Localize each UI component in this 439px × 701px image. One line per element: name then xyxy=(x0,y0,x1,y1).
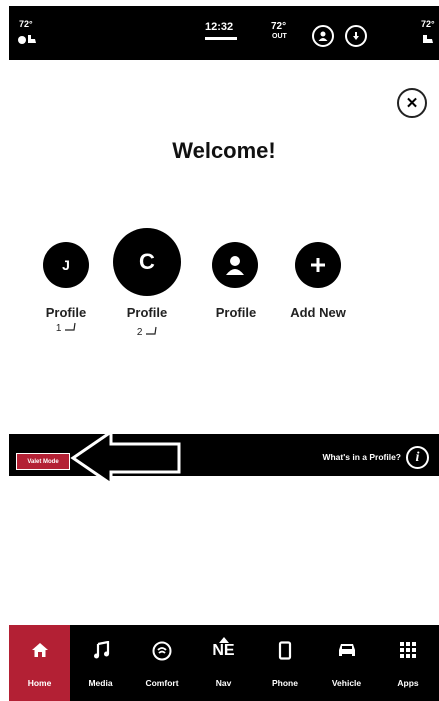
valet-mode-button[interactable]: Valet Mode xyxy=(16,453,70,470)
profile-1-avatar[interactable]: J xyxy=(43,242,89,288)
person-icon xyxy=(226,256,244,275)
passenger-temp[interactable]: 72° xyxy=(421,19,435,29)
outside-temp: 72° xyxy=(271,21,287,32)
nav-comfort[interactable]: Comfort xyxy=(131,625,193,701)
nav-phone-label: Phone xyxy=(272,678,298,688)
bottom-nav: Home Media Comfort NE Nav Phone Vehicle … xyxy=(9,625,439,701)
driver-temp[interactable]: 72° xyxy=(19,19,33,29)
nav-vehicle[interactable]: Vehicle xyxy=(316,625,377,701)
nav-nav[interactable]: NE Nav xyxy=(193,625,254,701)
profile-2-number: 2 xyxy=(110,326,184,338)
key-fob-icon xyxy=(65,322,76,331)
comfort-icon xyxy=(152,641,172,661)
profile-2-avatar[interactable]: C xyxy=(113,228,181,296)
person-icon xyxy=(318,31,328,41)
profile-1-index: 1 xyxy=(55,323,62,334)
nav-apps-label: Apps xyxy=(397,678,419,688)
passenger-seat-heat-icon[interactable] xyxy=(421,33,437,45)
nav-home-label: Home xyxy=(27,678,52,688)
compass-heading: NE xyxy=(212,642,235,659)
phone-icon xyxy=(278,641,292,660)
add-new-button[interactable] xyxy=(295,242,341,288)
nav-comfort-label: Comfort xyxy=(145,678,179,688)
profile-status-button[interactable] xyxy=(312,25,334,47)
profile-3-avatar[interactable] xyxy=(212,242,258,288)
apps-grid-icon xyxy=(400,642,416,658)
home-icon xyxy=(31,643,48,657)
nav-apps[interactable]: Apps xyxy=(377,625,439,701)
nav-phone[interactable]: Phone xyxy=(254,625,316,701)
clock: 12:32 xyxy=(205,21,234,33)
page-title: Welcome! xyxy=(172,138,276,163)
outside-label: OUT xyxy=(272,33,287,40)
nav-media[interactable]: Media xyxy=(70,625,131,701)
add-new-label[interactable]: Add New xyxy=(277,305,359,320)
driver-seat-heat-icon[interactable] xyxy=(18,33,38,45)
key-fob-icon xyxy=(146,326,157,335)
nav-media-label: Media xyxy=(88,678,113,688)
close-icon: ✕ xyxy=(405,95,419,112)
music-icon xyxy=(93,640,109,659)
profile-2-label[interactable]: Profile xyxy=(110,305,184,320)
close-button[interactable]: ✕ xyxy=(397,88,427,118)
whats-in-profile-link[interactable]: What's in a Profile? xyxy=(259,452,401,462)
profile-2-initial: C xyxy=(139,249,155,274)
car-icon xyxy=(338,644,355,656)
profile-1-number: 1 xyxy=(29,322,103,334)
callout-arrow-icon xyxy=(70,429,181,487)
info-icon[interactable]: i xyxy=(406,446,429,469)
nav-nav-label: Nav xyxy=(215,678,232,688)
download-button[interactable] xyxy=(345,25,367,47)
plus-icon xyxy=(311,258,325,272)
nav-vehicle-label: Vehicle xyxy=(331,678,362,688)
profile-1-initial: J xyxy=(62,257,70,273)
time-underline xyxy=(205,37,237,40)
profile-3-label[interactable]: Profile xyxy=(199,305,273,320)
download-icon xyxy=(353,32,359,40)
nav-home[interactable]: Home xyxy=(9,625,70,701)
profile-2-index: 2 xyxy=(136,327,143,338)
profile-screen: 72° 12:32 72° OUT 72° ✕ Welcome! J Profi… xyxy=(9,6,439,701)
profile-1-label[interactable]: Profile xyxy=(29,305,103,320)
status-bar: 72° 12:32 72° OUT 72° xyxy=(9,6,439,60)
